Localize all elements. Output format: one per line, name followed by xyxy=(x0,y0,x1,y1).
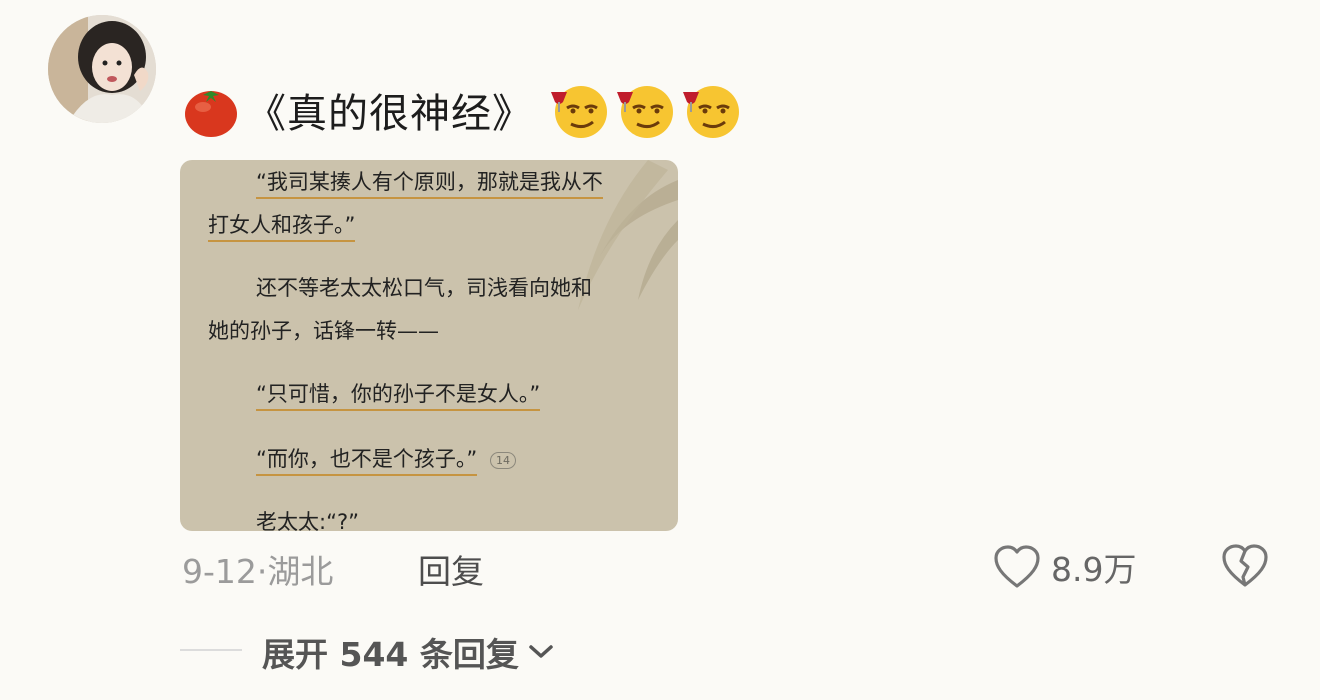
comment-title-row: 《真的很神经》 xyxy=(182,80,745,140)
divider-line xyxy=(180,649,242,651)
chevron-down-icon xyxy=(529,645,553,658)
comment-text: 《真的很神经》 xyxy=(246,91,533,137)
excerpt-image[interactable]: “我司某揍人有个原则，那就是我从不 打女人和孩子。” 还不等老太太松口气，司浅看… xyxy=(180,160,678,531)
avatar[interactable] xyxy=(48,15,156,123)
excerpt-line: “我司某揍人有个原则，那就是我从不 xyxy=(256,166,603,199)
comment-location: 湖北 xyxy=(267,552,334,591)
excerpt-line: 老太太:“?” xyxy=(256,510,359,531)
comment-meta: 9-12·湖北 xyxy=(182,545,333,593)
excerpt-line: 还不等老太太松口气，司浅看向她和 xyxy=(256,276,592,300)
heart-outline-icon xyxy=(994,545,1040,588)
dislike-button[interactable] xyxy=(1220,543,1270,593)
meta-separator: · xyxy=(256,552,268,591)
like-button[interactable]: 8.9万 xyxy=(993,543,1136,591)
excerpt-line: “只可惜，你的孙子不是女人。” xyxy=(256,378,541,411)
like-count: 8.9万 xyxy=(1051,550,1137,589)
smirk-wine-emoji xyxy=(683,86,739,138)
smirk-wine-emoji xyxy=(551,86,607,138)
avatar-image xyxy=(48,15,156,123)
expand-replies-label: 展开 544 条回复 xyxy=(262,635,519,674)
broken-heart-icon xyxy=(1222,544,1268,587)
excerpt-line: 打女人和孩子。” xyxy=(208,209,356,242)
expand-replies-button[interactable]: 展开 544 条回复 xyxy=(262,628,555,676)
excerpt-line: “而你，也不是个孩子。” 14 xyxy=(256,443,516,476)
smirk-wine-emoji xyxy=(617,86,673,138)
note-badge[interactable]: 14 xyxy=(489,451,516,469)
comment-date: 9-12 xyxy=(182,552,257,591)
reply-button[interactable]: 回复 xyxy=(418,545,484,593)
excerpt-line: 她的孙子，话锋一转—— xyxy=(208,319,439,343)
tomato-icon xyxy=(185,91,237,137)
